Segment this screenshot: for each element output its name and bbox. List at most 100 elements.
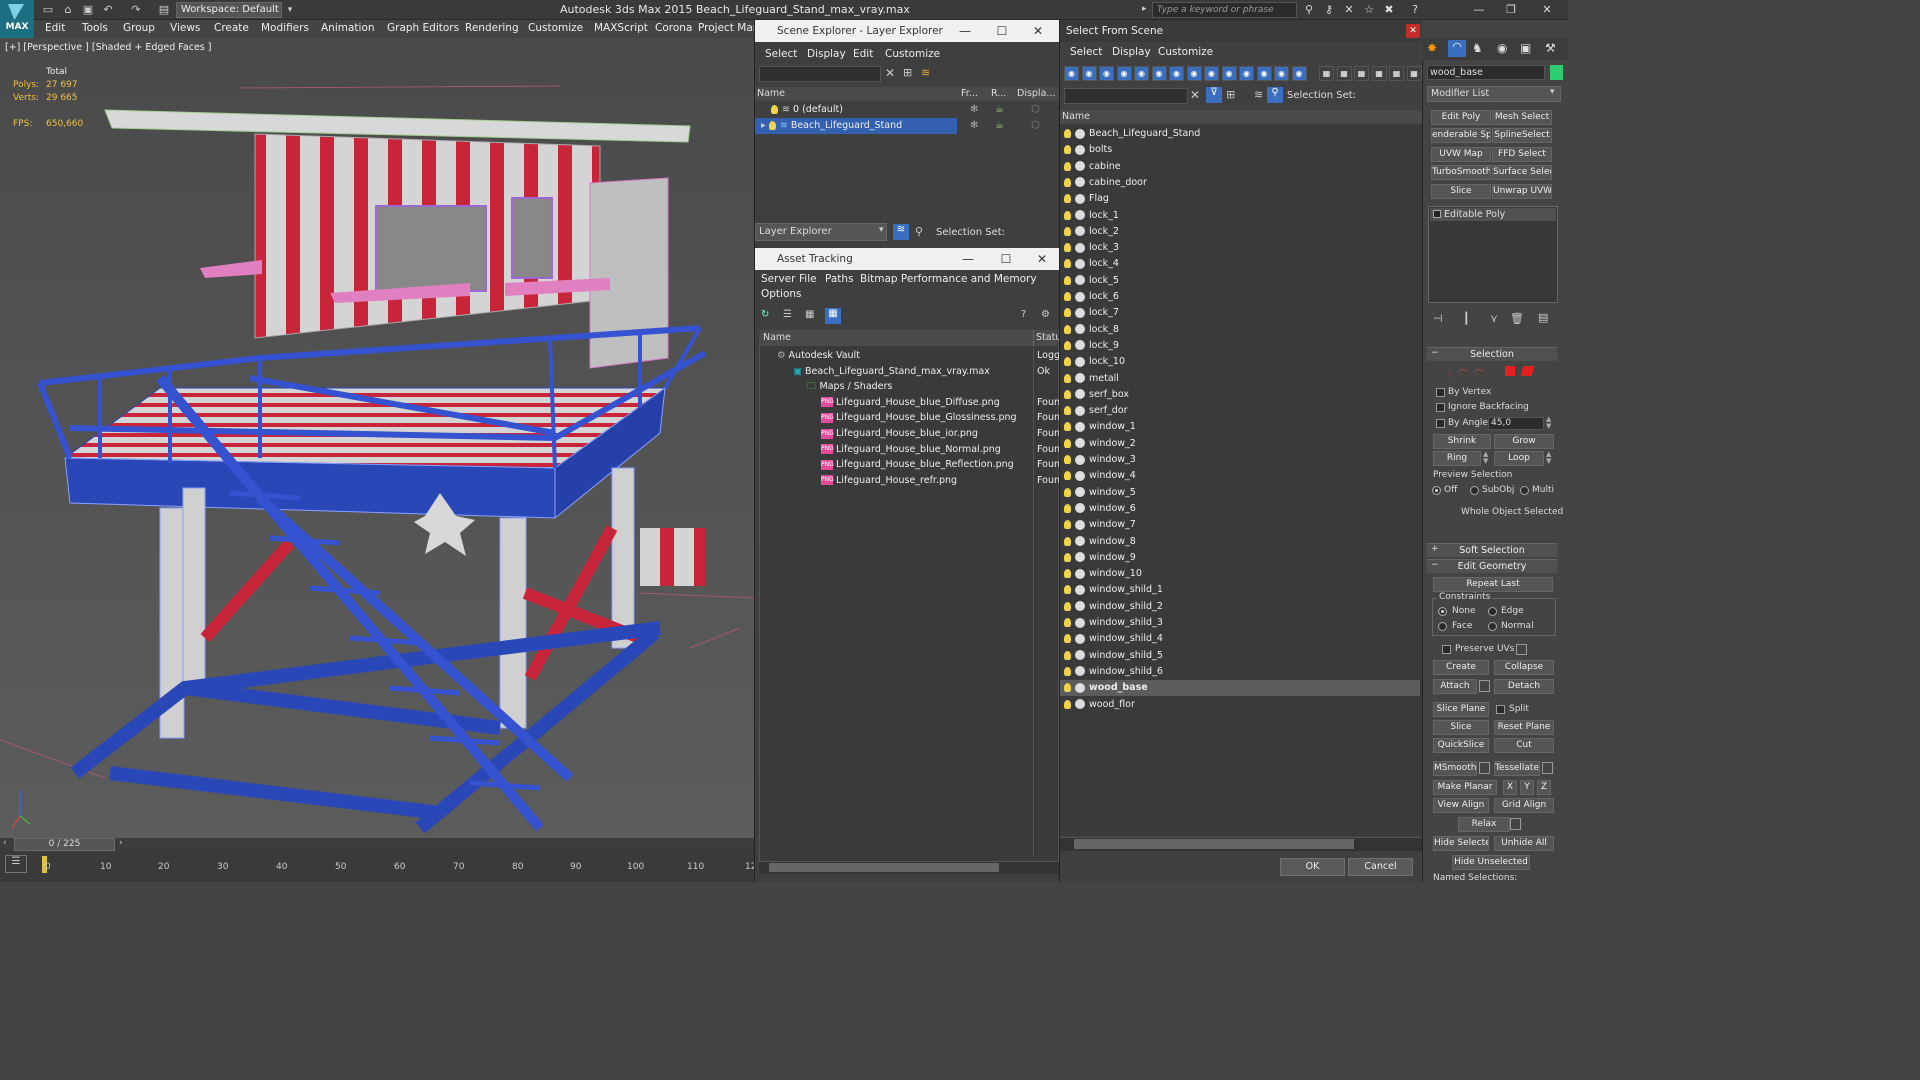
selection-rollout[interactable]: Selection bbox=[1427, 347, 1557, 361]
light-bulb-icon[interactable] bbox=[1064, 259, 1071, 269]
relax-settings-icon[interactable] bbox=[1510, 818, 1521, 830]
scene-object-row[interactable]: lock_6 bbox=[1060, 289, 1420, 305]
ignore-backfacing-checkbox[interactable] bbox=[1436, 403, 1445, 412]
motion-tab-icon[interactable]: ◉ bbox=[1497, 41, 1507, 55]
light-bulb-icon[interactable] bbox=[1064, 601, 1071, 611]
open-file-icon[interactable]: ⌂ bbox=[60, 2, 76, 18]
hierarchy-icon[interactable]: ⚲ bbox=[915, 225, 923, 238]
utilities-tab-icon[interactable]: ⚒ bbox=[1545, 41, 1556, 55]
preserve-uvs-checkbox[interactable] bbox=[1442, 645, 1451, 654]
cut-button[interactable]: Cut bbox=[1494, 738, 1554, 753]
loop-spinner-icon[interactable]: ▲ ▼ bbox=[1546, 451, 1551, 465]
column-name[interactable]: Name bbox=[759, 330, 1033, 346]
object-color-swatch[interactable] bbox=[1550, 65, 1563, 80]
edit-geometry-rollout[interactable]: Edit Geometry bbox=[1427, 559, 1557, 573]
light-bulb-icon[interactable] bbox=[1064, 503, 1071, 513]
hide-selected-button[interactable]: Hide Selected bbox=[1433, 836, 1489, 851]
scene-object-row[interactable]: metall bbox=[1060, 371, 1420, 387]
scene-object-row[interactable]: serf_dor bbox=[1060, 403, 1420, 419]
column-status[interactable]: Statu bbox=[1033, 330, 1061, 346]
menu-project-manager[interactable]: Project Man bbox=[698, 22, 759, 34]
uvw-map-button[interactable]: UVW Map bbox=[1431, 147, 1491, 162]
loop-button[interactable]: Loop bbox=[1494, 451, 1544, 466]
sfs-menu-customize[interactable]: Customize bbox=[1158, 46, 1213, 58]
minimize-icon[interactable]: — bbox=[1470, 2, 1488, 18]
geometry-filter-icon[interactable]: ◉ bbox=[1064, 66, 1079, 81]
light-bulb-icon[interactable] bbox=[1064, 243, 1071, 253]
subobject-level-icons[interactable]: ⁖⌒⌒ bbox=[1446, 366, 1490, 381]
display-box-icon[interactable]: ⬡ bbox=[1031, 120, 1040, 131]
menu-tools[interactable]: Tools bbox=[82, 22, 108, 34]
x-tools-icon[interactable]: ✖ bbox=[1380, 2, 1398, 18]
scene-object-row[interactable]: window_5 bbox=[1060, 485, 1420, 501]
constraint-edge-radio[interactable] bbox=[1488, 607, 1497, 616]
make-planar-button[interactable]: Make Planar bbox=[1433, 780, 1497, 795]
layer-icon[interactable]: ≋ bbox=[1254, 88, 1263, 101]
planar-x-button[interactable]: X bbox=[1503, 780, 1517, 795]
column-freeze[interactable]: Fr... bbox=[961, 87, 978, 101]
preview-multi-radio[interactable] bbox=[1520, 486, 1529, 495]
hide-unselected-button[interactable]: Hide Unselected bbox=[1452, 855, 1530, 870]
ffd-select-button[interactable]: FFD Select bbox=[1492, 147, 1552, 162]
redo-icon[interactable]: ↷ bbox=[128, 2, 144, 18]
menu-group[interactable]: Group bbox=[123, 22, 155, 34]
object-name-field[interactable]: wood_base bbox=[1427, 65, 1545, 80]
asset-row[interactable]: PNG Lifeguard_House_blue_Glossiness.png bbox=[759, 410, 1033, 425]
scene-object-row[interactable]: lock_1 bbox=[1060, 208, 1420, 224]
scene-object-row[interactable]: serf_box bbox=[1060, 387, 1420, 403]
prev-frame-icon[interactable]: ‹ bbox=[3, 838, 7, 848]
asset-menu-file[interactable]: File bbox=[799, 273, 817, 285]
msmooth-settings-icon[interactable] bbox=[1479, 762, 1490, 774]
light-bulb-icon[interactable] bbox=[1064, 569, 1071, 579]
light-bulb-icon[interactable] bbox=[1064, 699, 1071, 709]
scene-object-row[interactable]: window_3 bbox=[1060, 452, 1420, 468]
modifier-list-dropdown[interactable]: Modifier List bbox=[1427, 86, 1561, 102]
expand-icon[interactable]: + bbox=[1431, 544, 1439, 554]
star-icon[interactable]: ☆ bbox=[1360, 2, 1378, 18]
asset-menu-options[interactable]: Options bbox=[761, 288, 802, 300]
close-icon[interactable]: ✕ bbox=[1406, 24, 1420, 38]
renderable-spline-button[interactable]: enderable Splir bbox=[1431, 128, 1491, 143]
filter-icon[interactable]: ⊽ bbox=[1206, 87, 1222, 103]
menu-corona[interactable]: Corona bbox=[655, 22, 692, 34]
helpers-filter-icon[interactable]: ◉ bbox=[1134, 66, 1149, 81]
asset-row[interactable]: PNG Lifeguard_House_blue_Reflection.png bbox=[759, 457, 1033, 472]
scene-object-row[interactable]: lock_4 bbox=[1060, 256, 1420, 272]
column-name[interactable]: Name bbox=[757, 87, 786, 101]
asset-tracking-titlebar[interactable]: Asset Tracking — ☐ ✕ bbox=[755, 248, 1059, 270]
scene-object-row[interactable]: window_7 bbox=[1060, 517, 1420, 533]
scene-object-row[interactable]: window_shild_2 bbox=[1060, 599, 1420, 615]
light-bulb-icon[interactable] bbox=[1064, 618, 1071, 627]
scene-object-row[interactable]: lock_2 bbox=[1060, 224, 1420, 240]
scene-object-row[interactable]: window_9 bbox=[1060, 550, 1420, 566]
tessellate-settings-icon[interactable] bbox=[1542, 762, 1553, 774]
asset-menu-server[interactable]: Server bbox=[761, 273, 795, 285]
chevron-down-icon[interactable]: ▾ bbox=[879, 225, 884, 235]
grid-align-button[interactable]: Grid Align bbox=[1494, 798, 1554, 813]
frozen-filter-icon[interactable]: ◉ bbox=[1239, 66, 1254, 81]
light-bulb-icon[interactable] bbox=[1064, 455, 1071, 464]
sfs-menu-display[interactable]: Display bbox=[1112, 46, 1151, 58]
all-filter-icon[interactable]: ◉ bbox=[1274, 66, 1289, 81]
scene-object-row[interactable]: cabine bbox=[1060, 159, 1420, 175]
maximize-icon[interactable]: ☐ bbox=[991, 248, 1021, 270]
ring-spinner-icon[interactable]: ▲ ▼ bbox=[1483, 451, 1488, 465]
light-bulb-icon[interactable] bbox=[1064, 422, 1071, 432]
light-bulb-icon[interactable] bbox=[1064, 683, 1071, 693]
light-bulb-icon[interactable] bbox=[1064, 373, 1071, 383]
none-filter-icon[interactable]: ◉ bbox=[1291, 66, 1307, 81]
explorer-dropdown[interactable]: Layer Explorer bbox=[755, 223, 887, 241]
scene-find-input[interactable] bbox=[759, 66, 881, 82]
menu-modifiers[interactable]: Modifiers bbox=[261, 22, 309, 34]
by-vertex-checkbox[interactable] bbox=[1436, 388, 1445, 397]
light-bulb-icon[interactable] bbox=[1064, 406, 1071, 416]
light-bulb-icon[interactable] bbox=[1064, 161, 1071, 171]
asset-menu-bitmap[interactable]: Bitmap Performance and Memory bbox=[860, 273, 1037, 285]
sort-filter-icon[interactable]: ▦ bbox=[1371, 66, 1387, 81]
unwrap-uvw-button[interactable]: Unwrap UVW bbox=[1492, 184, 1552, 199]
light-bulb-icon[interactable] bbox=[1064, 552, 1071, 562]
asset-row[interactable]: ⚙ Autodesk Vault bbox=[759, 348, 1033, 363]
cancel-button[interactable]: Cancel bbox=[1348, 858, 1413, 876]
scrollbar-thumb[interactable] bbox=[1074, 839, 1354, 849]
asset-row[interactable]: PNG Lifeguard_House_blue_Normal.png bbox=[759, 442, 1033, 457]
